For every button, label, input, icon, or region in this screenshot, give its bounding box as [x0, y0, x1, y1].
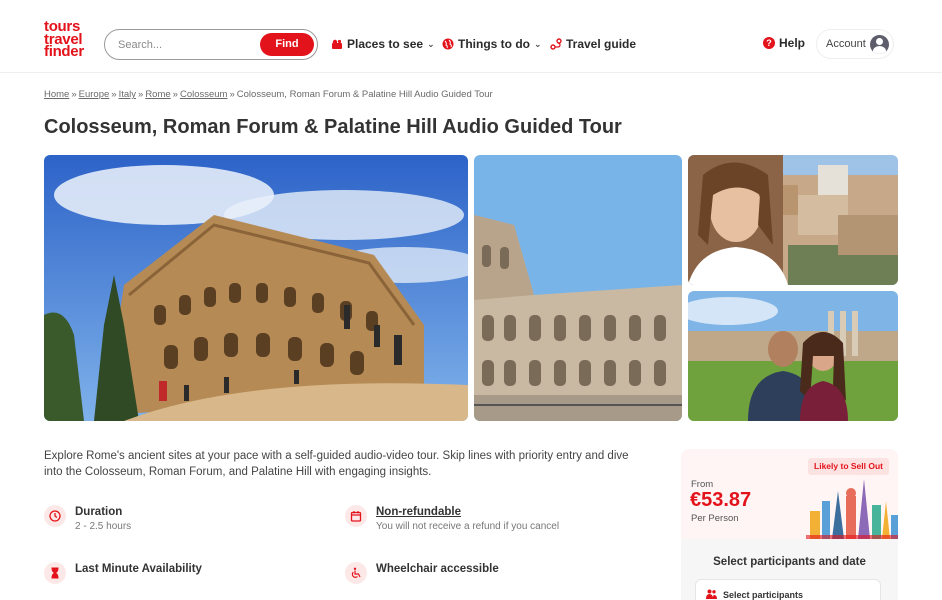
feature-duration-value: 2 - 2.5 hours	[75, 521, 132, 532]
breadcrumb-current: Colosseum, Roman Forum & Palatine Hill A…	[236, 89, 493, 100]
site-header: tours travel finder Find Places to see ⌄…	[0, 0, 942, 73]
find-button[interactable]: Find	[260, 33, 314, 56]
site-logo[interactable]: tours travel finder	[44, 19, 94, 60]
help-icon: ?	[763, 37, 775, 49]
people-icon	[706, 589, 717, 600]
breadcrumb-colosseum[interactable]: Colosseum	[180, 89, 228, 100]
account-label: Account	[826, 38, 866, 50]
feature-wheelchair-title: Wheelchair accessible	[376, 563, 499, 575]
woman-selfie-forum-photo	[688, 155, 898, 285]
feature-duration-title: Duration	[75, 506, 123, 518]
nav-places-to-see[interactable]: Places to see ⌄	[331, 36, 435, 52]
landmarks-skyline-icon	[806, 479, 898, 539]
search-input[interactable]	[118, 37, 258, 53]
gallery-photo-couple[interactable]	[688, 291, 898, 421]
breadcrumb-europe[interactable]: Europe	[79, 89, 110, 100]
couple-selfie-forum-photo	[688, 291, 898, 421]
feature-wheelchair: Wheelchair accessible	[345, 562, 499, 584]
booking-card: Likely to Sell Out From €53.87 Per Perso…	[681, 449, 898, 600]
non-refundable-link[interactable]: Non-refundable	[376, 505, 559, 519]
feature-refund-note: You will not receive a refund if you can…	[376, 521, 560, 532]
hourglass-icon	[44, 562, 66, 584]
logo-line-3: finder	[44, 43, 84, 60]
nav-guide-label: Travel guide	[566, 37, 637, 51]
breadcrumb-separator: »	[138, 89, 144, 100]
colosseum-wide-photo	[44, 155, 468, 421]
map-pin-icon	[332, 39, 342, 49]
breadcrumb-separator: »	[229, 89, 235, 100]
breadcrumb: Home» Europe» Italy» Rome» Colosseum» Colosse…	[44, 89, 493, 100]
select-participants-heading: Select participants and date	[713, 556, 866, 568]
feature-refund: Non-refundable You will not receive a re…	[345, 505, 559, 532]
route-icon	[550, 38, 562, 50]
calendar-icon	[345, 505, 367, 527]
feature-duration: Duration 2 - 2.5 hours	[44, 505, 131, 532]
breadcrumb-separator: »	[71, 89, 77, 100]
clock-icon	[44, 505, 66, 527]
feature-last-minute-title: Last Minute Availability	[75, 563, 202, 575]
account-button[interactable]: Account	[816, 29, 894, 59]
select-participants-button[interactable]: Select participants	[695, 579, 881, 600]
search-bar: Find	[104, 29, 318, 60]
gallery-photo-colosseum[interactable]	[474, 155, 682, 421]
feature-last-minute: Last Minute Availability	[44, 562, 202, 584]
nav-places-label: Places to see	[347, 37, 424, 51]
breadcrumb-italy[interactable]: Italy	[119, 89, 136, 100]
help-link[interactable]: ? Help	[763, 36, 805, 50]
select-participants-label: Select participants	[723, 590, 804, 600]
gallery-photo-woman[interactable]	[688, 155, 898, 285]
tour-description: Explore Rome's ancient sites at your pac…	[44, 450, 629, 478]
nav-travel-guide[interactable]: Travel guide	[550, 36, 636, 52]
per-person-label: Per Person	[691, 513, 739, 524]
nav-things-to-do[interactable]: Things to do ⌄	[442, 36, 542, 52]
wheelchair-icon	[345, 562, 367, 584]
page-title: Colosseum, Roman Forum & Palatine Hill A…	[44, 116, 622, 138]
breadcrumb-separator: »	[172, 89, 178, 100]
help-label: Help	[779, 36, 806, 50]
avatar-icon	[870, 35, 889, 54]
breadcrumb-home[interactable]: Home	[44, 89, 69, 100]
price-panel: Likely to Sell Out From €53.87 Per Perso…	[681, 449, 898, 539]
tour-price: €53.87	[690, 489, 752, 511]
breadcrumb-rome[interactable]: Rome	[145, 89, 170, 100]
breadcrumb-separator: »	[111, 89, 117, 100]
chevron-down-icon: ⌄	[533, 38, 542, 49]
nav-things-label: Things to do	[458, 37, 530, 51]
likely-to-sell-out-badge: Likely to Sell Out	[808, 458, 889, 475]
gallery-photo-main[interactable]	[44, 155, 468, 421]
globe-icon	[442, 38, 454, 50]
chevron-down-icon: ⌄	[427, 38, 435, 49]
colosseum-close-photo	[474, 155, 682, 421]
